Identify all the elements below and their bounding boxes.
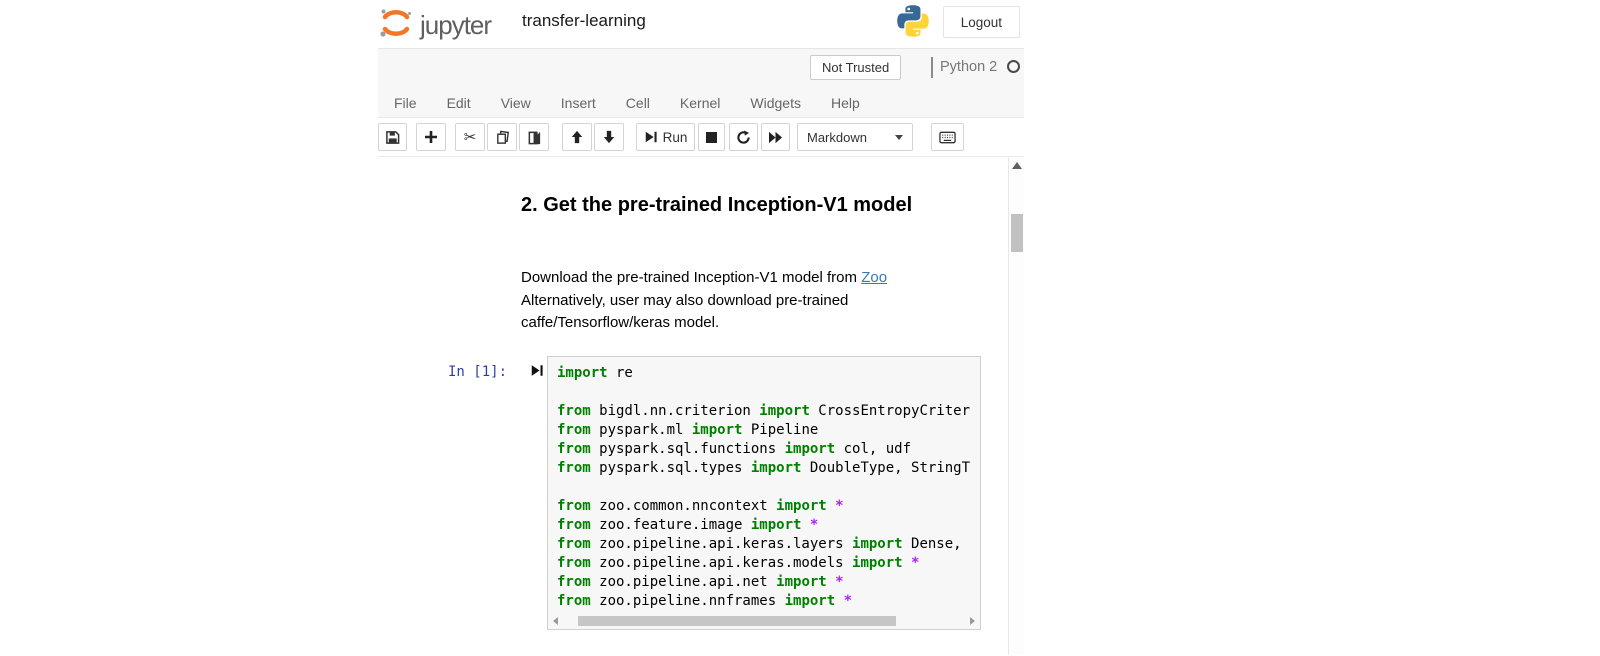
markdown-paragraph[interactable]: Download the pre-trained Inception-V1 mo… xyxy=(521,267,921,335)
input-prompt: In [1]: xyxy=(448,364,507,380)
restart-kernel-icon xyxy=(736,130,751,145)
cell-type-value: Markdown xyxy=(807,130,867,145)
command-palette-keyboard-icon xyxy=(939,131,956,144)
kernel-separator xyxy=(931,57,933,78)
chevron-down-icon xyxy=(895,135,903,140)
save-button[interactable] xyxy=(378,123,407,151)
markdown-heading[interactable]: 2. Get the pre-trained Inception-V1 mode… xyxy=(521,195,921,216)
stop-icon xyxy=(705,131,718,144)
jupyter-wordmark: jupyter xyxy=(420,10,491,41)
fast-forward-icon xyxy=(768,131,783,144)
code-line: from pyspark.sql.types import DoubleType… xyxy=(557,459,980,478)
cut-cell-button[interactable]: ✂ xyxy=(455,123,485,151)
menu-cell[interactable]: Cell xyxy=(626,95,650,111)
notebook-title[interactable]: transfer-learning xyxy=(522,11,646,31)
scroll-up-arrow-icon[interactable] xyxy=(1012,162,1022,169)
code-horizontal-scrollbar[interactable] xyxy=(550,614,978,628)
restart-kernel-button[interactable] xyxy=(729,123,758,151)
code-line: from pyspark.ml import Pipeline xyxy=(557,421,980,440)
code-line: from zoo.feature.image import * xyxy=(557,516,980,535)
code-line: from zoo.pipeline.api.net import * xyxy=(557,573,980,592)
menu-help[interactable]: Help xyxy=(831,95,860,111)
move-cell-down-button[interactable] xyxy=(594,123,624,151)
code-line: from pyspark.sql.functions import col, u… xyxy=(557,440,980,459)
run-this-cell-icon[interactable] xyxy=(530,363,544,383)
run-button-label: Run xyxy=(663,130,688,145)
run-cell-button[interactable]: Run xyxy=(636,123,695,151)
interrupt-kernel-button[interactable] xyxy=(698,123,725,151)
horizontal-scrollbar-thumb[interactable] xyxy=(578,616,896,626)
code-line: from zoo.common.nncontext import * xyxy=(557,497,980,516)
move-cell-up-button[interactable] xyxy=(562,123,592,151)
jupyter-app: jupyter transfer-learning Logout Not Tru… xyxy=(378,0,1024,656)
notebook-vertical-scrollbar[interactable] xyxy=(1008,157,1024,655)
jupyter-planet-icon xyxy=(378,5,414,46)
notebook-container: 2. Get the pre-trained Inception-V1 mode… xyxy=(378,157,1024,655)
toolbar: ✂ xyxy=(378,118,1024,157)
scroll-right-arrow-icon[interactable] xyxy=(970,617,975,625)
code-line: import re xyxy=(557,364,980,383)
zoo-link[interactable]: Zoo xyxy=(861,269,887,286)
menu-file[interactable]: File xyxy=(394,95,417,111)
add-cell-icon xyxy=(424,130,438,144)
jupyter-logo[interactable]: jupyter xyxy=(378,5,491,46)
code-line: from zoo.pipeline.nnframes import * xyxy=(557,592,980,611)
code-line: from zoo.pipeline.api.keras.layers impor… xyxy=(557,535,980,554)
copy-cell-button[interactable] xyxy=(487,123,517,151)
cut-icon: ✂ xyxy=(464,130,477,145)
menu-widgets[interactable]: Widgets xyxy=(750,95,801,111)
code-cell-input[interactable]: import re from bigdl.nn.criterion import… xyxy=(547,356,981,630)
paste-icon xyxy=(527,130,542,145)
save-icon xyxy=(385,130,400,145)
paragraph-text: Download the pre-trained Inception-V1 mo… xyxy=(521,269,861,286)
move-up-icon xyxy=(570,130,584,144)
command-palette-button[interactable] xyxy=(931,123,964,151)
menu-edit[interactable]: Edit xyxy=(447,95,471,111)
menu-kernel[interactable]: Kernel xyxy=(680,95,720,111)
header: jupyter transfer-learning Logout xyxy=(378,0,1024,48)
code-line xyxy=(557,478,980,497)
restart-run-all-button[interactable] xyxy=(761,123,790,151)
menubar: File Edit View Insert Cell Kernel Widget… xyxy=(394,86,860,119)
insert-cell-below-button[interactable] xyxy=(416,123,446,151)
menu-view[interactable]: View xyxy=(501,95,531,111)
menu-insert[interactable]: Insert xyxy=(561,95,596,111)
trust-status-button[interactable]: Not Trusted xyxy=(810,55,901,80)
run-icon xyxy=(644,130,658,144)
vertical-scrollbar-thumb[interactable] xyxy=(1011,214,1023,252)
paste-cell-button[interactable] xyxy=(519,123,549,151)
menu-band: Not Trusted Python 2 File Edit View Inse… xyxy=(378,48,1024,118)
logout-button[interactable]: Logout xyxy=(943,6,1020,38)
scroll-left-arrow-icon[interactable] xyxy=(553,617,558,625)
code-area: import re from bigdl.nn.criterion import… xyxy=(557,364,980,611)
code-line: from zoo.pipeline.api.keras.models impor… xyxy=(557,554,980,573)
python-kernel-logo-icon xyxy=(895,3,931,39)
move-down-icon xyxy=(602,130,616,144)
kernel-idle-circle-icon xyxy=(1007,60,1020,73)
kernel-name: Python 2 xyxy=(940,59,997,75)
page: jupyter transfer-learning Logout Not Tru… xyxy=(0,0,1600,656)
copy-icon xyxy=(495,130,510,145)
cell-type-dropdown[interactable]: Markdown xyxy=(797,123,913,151)
paragraph-text: Alternatively, user may also download pr… xyxy=(521,292,848,332)
code-line xyxy=(557,383,980,402)
code-line: from bigdl.nn.criterion import CrossEntr… xyxy=(557,402,980,421)
